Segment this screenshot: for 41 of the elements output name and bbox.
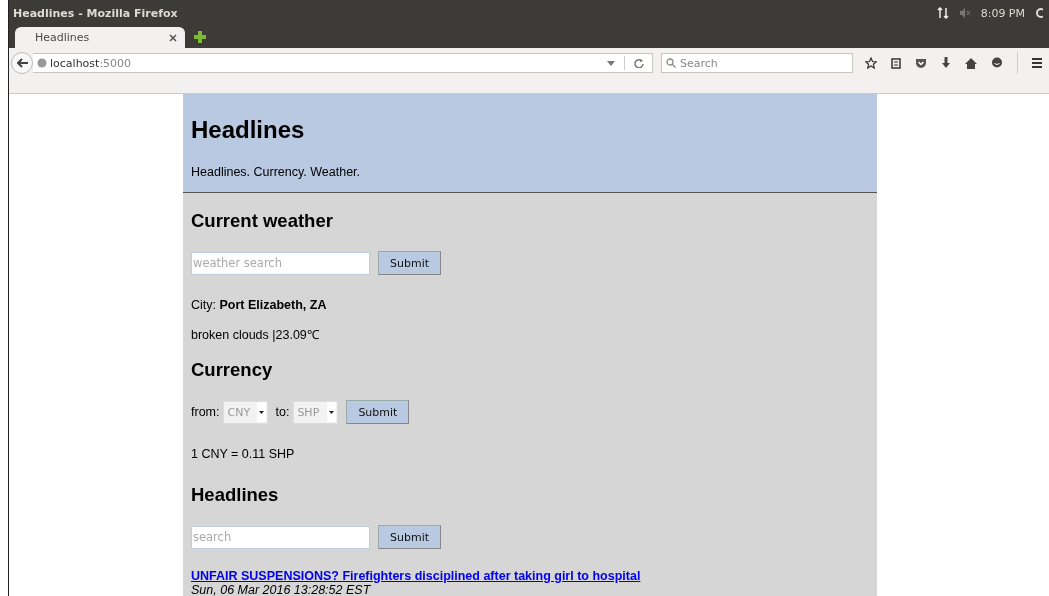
dropdown-caret-icon [327, 402, 337, 422]
dropdown-caret-icon[interactable] [607, 60, 615, 66]
address-bar[interactable]: localhost:5000 [33, 53, 653, 73]
section-heading: Headlines [191, 484, 280, 506]
section-heading: Current weather [191, 210, 334, 232]
left-arrow-icon [16, 58, 28, 68]
page-title: Headlines [191, 115, 306, 145]
headline-search-field[interactable]: search [191, 525, 370, 549]
chat-bubble-icon[interactable] [991, 57, 1003, 69]
weather-search-field[interactable]: weather search [191, 251, 370, 275]
download-arrow-icon[interactable] [941, 57, 951, 69]
close-icon[interactable] [169, 33, 177, 42]
window-title: Headlines - Mozilla Firefox [13, 6, 179, 20]
submit-button[interactable]: Submit [378, 251, 442, 275]
conversion-result: 1 CNY = 0.11 SHP [191, 446, 296, 462]
pocket-icon[interactable] [915, 57, 927, 69]
from-label: from: [191, 405, 220, 419]
network-arrows-icon[interactable] [936, 7, 949, 19]
clock[interactable]: 8:09 PM [980, 6, 1025, 20]
section-heading: Currency [191, 359, 274, 381]
dropdown-caret-icon [257, 402, 267, 422]
submit-button[interactable]: Submit [346, 400, 410, 424]
back-button[interactable] [11, 52, 33, 74]
menu-icon[interactable] [1032, 58, 1042, 68]
new-tab-plus-icon[interactable] [193, 30, 207, 44]
star-icon[interactable] [865, 57, 877, 69]
headline-link[interactable]: UNFAIR SUSPENSIONS? Firefighters disciplined after taking girl to hospital [191, 569, 641, 583]
published-date: Sun, 06 Mar 2016 13:28:52 EST [191, 583, 372, 596]
url-text: localhost:5000 [50, 56, 132, 70]
weather-text: broken clouds |23.09℃ [191, 327, 320, 343]
to-label: to: [275, 405, 290, 419]
home-icon[interactable] [965, 57, 977, 69]
submit-button[interactable]: Submit [378, 525, 442, 549]
search-field[interactable]: Search [661, 53, 853, 73]
city-text: City: Port Elizabeth, ZA [191, 297, 328, 313]
clipboard-icon[interactable] [891, 57, 901, 69]
speaker-muted-icon[interactable] [958, 8, 971, 18]
search-icon [666, 58, 676, 68]
reload-icon[interactable] [634, 58, 644, 68]
tagline: Headlines. Currency. Weather. [191, 164, 362, 180]
browser-tab[interactable]: Headlines [15, 27, 185, 48]
